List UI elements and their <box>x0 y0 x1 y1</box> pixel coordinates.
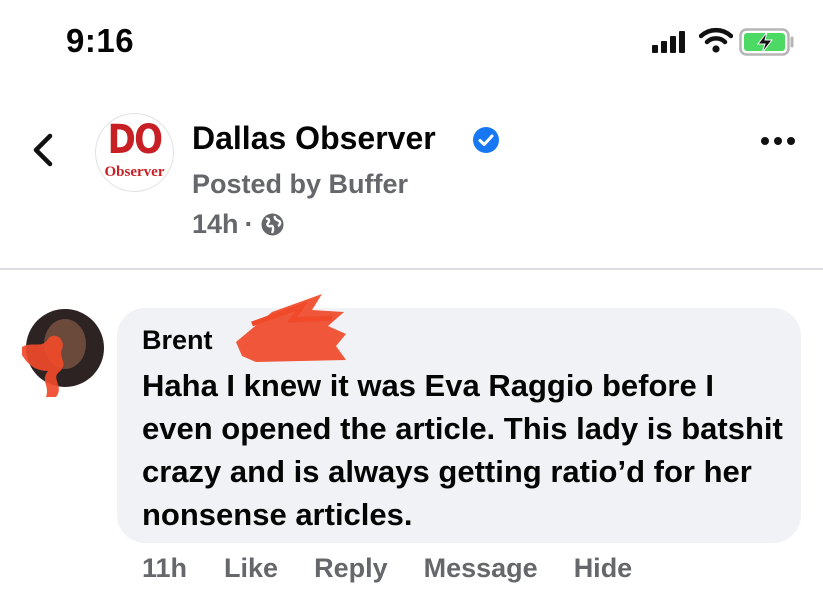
comment-author[interactable]: Brent <box>142 325 213 356</box>
status-time: 9:16 <box>66 22 135 59</box>
battery-charging-icon <box>739 28 794 56</box>
logo-text-bottom: Observer <box>104 164 165 180</box>
more-options-icon[interactable] <box>760 135 796 147</box>
status-bar: 9:16 <box>0 0 823 80</box>
post-meta: 14h · <box>192 209 285 240</box>
post-header: DO Observer Dallas Observer Posted by Bu… <box>0 100 823 260</box>
reply-button[interactable]: Reply <box>314 553 388 584</box>
verified-badge-icon <box>473 127 499 153</box>
hide-button[interactable]: Hide <box>574 553 633 584</box>
wifi-icon <box>699 27 733 53</box>
back-arrow-icon[interactable] <box>30 132 56 168</box>
page-name[interactable]: Dallas Observer <box>192 120 436 157</box>
page-avatar-logo[interactable]: DO Observer <box>95 113 174 192</box>
header-divider <box>0 268 823 270</box>
logo-text-top: DO <box>107 117 163 163</box>
avatar-redaction-scribble <box>22 335 64 397</box>
comment-actions: 11h Like Reply Message Hide <box>142 553 668 584</box>
comment-text: Haha I knew it was Eva Raggio before I e… <box>142 368 783 532</box>
posted-by-label: Posted by Buffer <box>192 169 409 199</box>
cellular-signal-icon <box>652 31 690 53</box>
name-redaction-scribble <box>236 294 346 362</box>
globe-icon <box>261 213 284 236</box>
comment-age[interactable]: 11h <box>142 553 187 584</box>
meta-separator: · <box>244 209 254 239</box>
message-button[interactable]: Message <box>424 553 538 584</box>
post-age[interactable]: 14h <box>192 209 239 240</box>
like-button[interactable]: Like <box>224 553 278 584</box>
